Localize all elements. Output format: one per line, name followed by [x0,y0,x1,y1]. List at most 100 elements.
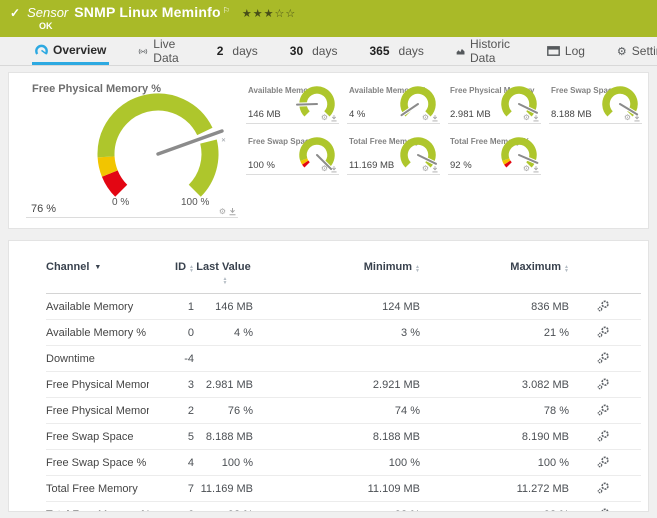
divider [26,217,238,218]
pin-icon[interactable] [432,114,438,122]
channel-row: Total Free Memory %692 %92 %93 % [46,501,641,511]
channel-minimum: 100 % [253,449,420,476]
pin-icon[interactable] [331,114,337,122]
channel-maximum: 8.190 MB [420,423,569,450]
object-kind-label: Sensor [27,5,69,20]
divider [347,123,440,124]
channel-maximum: 100 % [420,449,569,476]
tab-label: days [312,44,338,58]
gear-icon[interactable]: ⚙ [321,114,328,122]
pin-icon[interactable] [229,208,236,216]
channel-minimum [253,345,420,372]
tab-settings[interactable]: ⚙ Settings [614,37,657,65]
gear-icon[interactable]: ⚙ [321,165,328,173]
tab-log[interactable]: Log [544,37,588,65]
gauge-value: 8.188 MB [551,109,592,120]
gear-icon[interactable]: ⚙ [422,114,429,122]
channel-minimum: 2.921 MB [253,371,420,398]
tab-number: 2 [216,44,224,58]
small-gauge-cell: Total Free Memory 11.169 MB ⚙ [347,130,448,180]
channel-settings-icon[interactable] [597,299,610,312]
channel-settings-icon[interactable] [597,403,610,416]
channel-minimum: 8.188 MB [253,423,420,450]
gauge-value: 92 % [450,160,472,171]
channel-id: 4 [149,449,194,476]
pin-icon[interactable] [331,165,337,173]
gauge-value: 146 MB [248,109,281,120]
gauge-value: 2.981 MB [450,109,491,120]
pin-icon[interactable] [533,114,539,122]
channel-name: Total Free Memory % [46,501,149,511]
stars-filled: ★★★ [241,8,275,20]
gear-icon[interactable]: ⚙ [422,165,429,173]
sensor-header-banner: ✓ Sensor SNMP Linux Meminfo ⚐ ★★★☆☆ OK [0,0,657,37]
sort-icon: ▲ ▼ [189,264,194,274]
priority-stars[interactable]: ★★★☆☆ [242,7,296,20]
column-header-last-value[interactable]: Last Value ▲ ▼ [194,255,253,294]
channel-settings-icon[interactable] [597,351,610,364]
column-header-id[interactable]: ID ▲ ▼ [149,255,194,294]
channel-name: Free Physical Memory % [46,397,149,424]
column-header-tools [569,255,641,294]
channel-row: Free Swap Space % 4 100 % 100 % 100 % [46,449,641,476]
gauge-actions: ⚙ [422,114,438,122]
small-gauge-cell: Available Memory % 4 % ⚙ [347,79,448,129]
divider [448,123,541,124]
channel-settings-icon[interactable] [597,325,610,338]
channel-last-value: 100 % [194,449,253,476]
channel-settings-icon[interactable] [597,508,610,511]
pin-icon[interactable] [432,165,438,173]
column-header-minimum[interactable]: Minimum ▲ ▼ [253,255,420,294]
tab-365-days[interactable]: 365 days [366,37,426,65]
gauge-actions: ⚙ [321,165,337,173]
small-gauge-cell: Free Swap Space 8.188 MB ⚙ [549,79,650,129]
tab-label: Log [564,44,585,58]
pin-icon[interactable] [533,165,539,173]
tab-label: days [232,44,258,58]
tab-live-data[interactable]: Live Data [135,37,187,65]
channel-maximum: 3.082 MB [420,371,569,398]
channel-maximum: 78 % [420,397,569,424]
channel-settings-icon[interactable] [597,455,610,468]
channel-maximum: 836 MB [420,293,569,320]
gear-icon[interactable]: ⚙ [523,114,530,122]
channel-id: 6 [149,501,194,511]
pin-icon[interactable] [634,114,640,122]
channel-row: Free Swap Space 5 8.188 MB 8.188 MB 8.190 MB [46,423,641,450]
gauge-actions: ⚙ [523,114,539,122]
log-icon [546,46,560,56]
tab-2-days[interactable]: 2 days [214,37,261,65]
channel-row: Free Physical Memory 3 2.981 MB 2.921 MB 3.0… [46,371,641,398]
channel-settings-icon[interactable] [597,481,610,494]
channel-maximum [420,345,569,372]
channel-last-value: 2.981 MB [194,371,253,398]
channel-row: Available Memory % 0 4 % 3 % 21 % [46,319,641,346]
channel-name: Downtime [46,345,149,372]
tab-30-days[interactable]: 30 days [287,37,341,65]
value-marker-icon: ✕ [221,138,227,144]
page-title: SNMP Linux Meminfo [74,4,221,20]
channel-minimum: 11.109 MB [253,475,420,502]
small-gauge-cell: Available Memory 146 MB ⚙ [246,79,347,129]
tab-number: 30 [289,44,304,58]
column-header-channel[interactable]: Channel ▼ [46,255,149,294]
channel-row: Available Memory 1 146 MB 124 MB 836 MB [46,293,641,320]
gear-icon[interactable]: ⚙ [219,208,226,216]
tab-historic-data[interactable]: Historic Data [453,37,518,65]
column-header-maximum[interactable]: Maximum ▲ ▼ [420,255,569,294]
gear-icon[interactable]: ⚙ [624,114,631,122]
channel-settings-icon[interactable] [597,429,610,442]
gear-icon[interactable]: ⚙ [523,165,530,173]
gauge-value: 4 % [349,109,366,120]
tab-label: Overview [53,42,107,57]
channel-maximum: 11.272 MB [420,475,569,502]
small-gauge-cell: Free Swap Space % 100 % ⚙ [246,130,347,180]
channel-id: 0 [149,319,194,346]
channel-id: 7 [149,475,194,502]
channel-settings-icon[interactable] [597,377,610,390]
tab-overview[interactable]: Overview [32,37,110,65]
gauge [97,93,224,197]
channel-name: Free Swap Space % [46,449,149,476]
broadcast-icon [139,48,148,54]
flag-icon: ⚐ [222,6,230,15]
